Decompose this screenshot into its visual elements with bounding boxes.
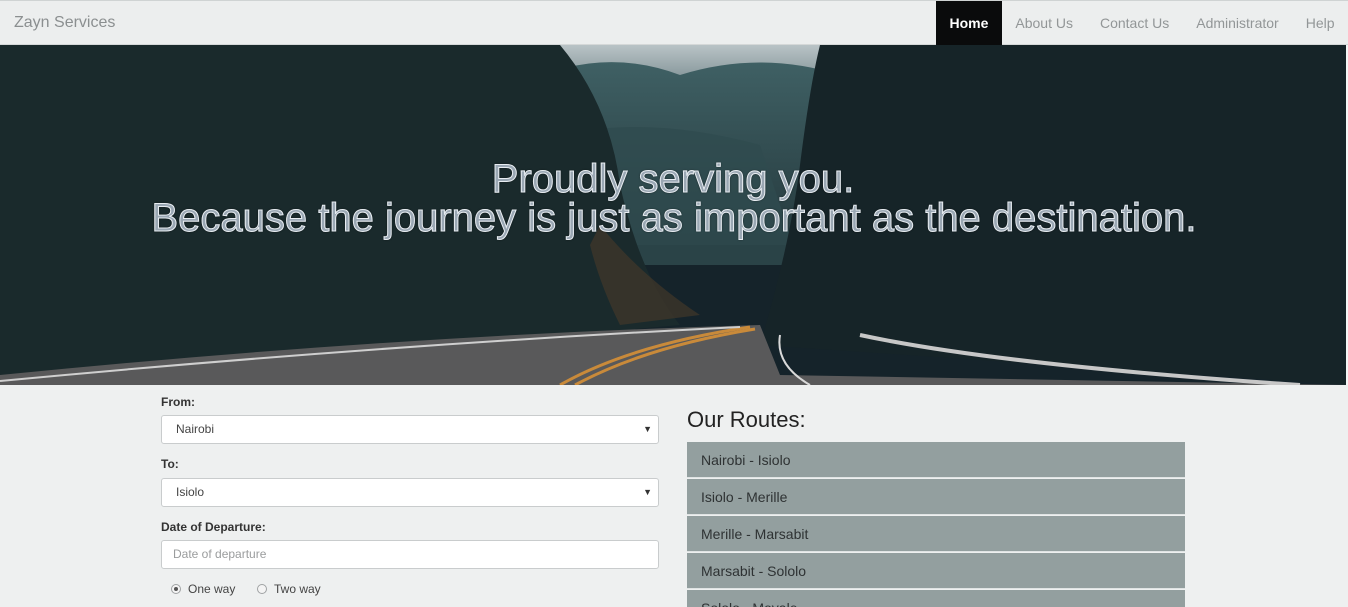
hero-banner: Proudly serving you. Because the journey… xyxy=(0,45,1348,385)
from-select-value: Nairobi xyxy=(176,422,215,436)
chevron-down-icon: ▼ xyxy=(643,487,652,497)
from-select[interactable]: Nairobi ▼ xyxy=(161,415,659,444)
nav-item-help[interactable]: Help xyxy=(1292,1,1348,45)
chevron-down-icon: ▼ xyxy=(643,424,652,434)
route-item[interactable]: Marsabit - Sololo xyxy=(687,553,1185,589)
nav-item-contact-us[interactable]: Contact Us xyxy=(1086,1,1182,45)
brand-link[interactable]: Zayn Services xyxy=(14,14,115,32)
route-item[interactable]: Isiolo - Merille xyxy=(687,479,1185,515)
two-way-label: Two way xyxy=(274,582,321,596)
routes-title: Our Routes: xyxy=(687,407,806,432)
navbar: Zayn Services Home About Us Contact Us A… xyxy=(0,0,1348,45)
route-item[interactable]: Sololo - Moyale xyxy=(687,590,1185,607)
date-label: Date of Departure: xyxy=(161,520,266,534)
nav-menu: Home About Us Contact Us Administrator H… xyxy=(935,1,1348,45)
nav-item-about-us[interactable]: About Us xyxy=(1002,1,1087,45)
nav-item-administrator[interactable]: Administrator xyxy=(1183,1,1292,45)
one-way-label: One way xyxy=(188,582,236,596)
to-label: To: xyxy=(161,457,179,471)
two-way-radio[interactable]: Two way xyxy=(257,582,321,596)
route-item[interactable]: Nairobi - Isiolo xyxy=(687,442,1185,478)
radio-unchecked-icon xyxy=(257,584,267,594)
hero-tagline-line2: Because the journey is just as important… xyxy=(151,196,1197,241)
date-of-departure-input[interactable]: Date of departure xyxy=(161,540,659,569)
to-select[interactable]: Isiolo ▼ xyxy=(161,478,659,507)
radio-checked-icon xyxy=(171,584,181,594)
one-way-radio[interactable]: One way xyxy=(171,582,235,596)
route-item[interactable]: Merille - Marsabit xyxy=(687,516,1185,552)
to-select-value: Isiolo xyxy=(176,485,205,499)
from-label: From: xyxy=(161,395,195,409)
nav-item-home[interactable]: Home xyxy=(935,1,1002,45)
